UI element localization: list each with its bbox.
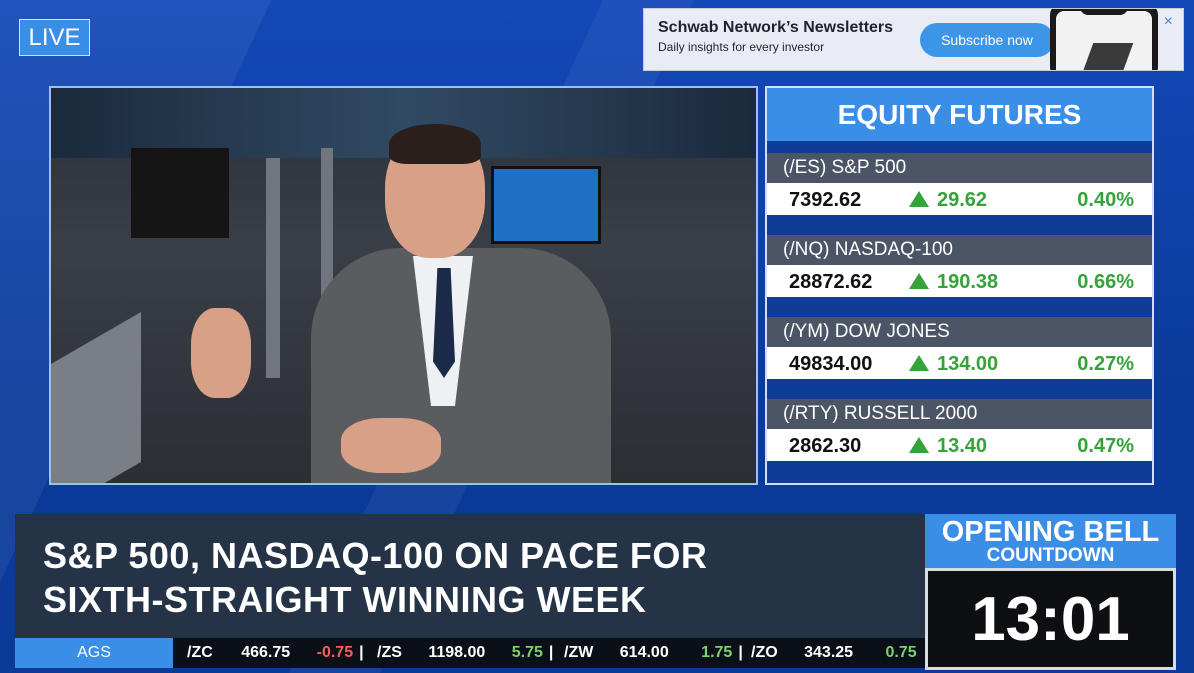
futures-price: 7392.62 (789, 189, 862, 211)
futures-name: (/YM) DOW JONES (767, 317, 1152, 347)
newsletter-banner[interactable]: Schwab Network’s Newsletters Daily insig… (643, 8, 1184, 71)
subscribe-button[interactable]: Subscribe now (920, 23, 1054, 57)
market-ticker: AGS /ZC 466.75 -0.75 | /ZS 1198.00 5.75 | … (15, 638, 925, 668)
futures-name: (/NQ) NASDAQ-100 (767, 235, 1152, 265)
futures-row: (/ES) S&P 500 7392.62 29.62 0.40% (767, 153, 1152, 223)
futures-price: 28872.62 (789, 271, 873, 293)
presenter-hand (191, 308, 251, 398)
ticker-symbol: /ZO (751, 644, 778, 661)
ticker-separator: | (738, 644, 743, 661)
futures-change: 13.40 (909, 435, 987, 458)
ticker-item: /ZC 466.75 -0.75 | (187, 644, 370, 662)
headline-banner: S&P 500, NASDAQ-100 ON PACE FOR SIXTH-ST… (15, 514, 925, 638)
ticker-change: 1.75 (701, 644, 733, 661)
up-arrow-icon (909, 355, 929, 371)
up-arrow-icon (909, 273, 929, 289)
video-player[interactable] (49, 86, 758, 485)
futures-row: (/YM) DOW JONES 49834.00 134.00 0.27% (767, 317, 1152, 387)
futures-percent: 0.47% (1077, 435, 1134, 457)
phone-illustration (1050, 9, 1158, 70)
futures-change: 190.38 (909, 271, 998, 294)
futures-name: (/RTY) RUSSELL 2000 (767, 399, 1152, 429)
video-desk (51, 312, 141, 483)
opening-bell-countdown: OPENING BELL COUNTDOWN 13:01 (925, 514, 1176, 670)
newsletter-subtitle: Daily insights for every investor (658, 40, 825, 54)
ticker-separator: | (359, 644, 364, 661)
ticker-symbol: /ZW (564, 644, 594, 661)
ticker-price: 614.00 (619, 644, 669, 661)
futures-change: 134.00 (909, 353, 998, 376)
countdown-title: OPENING BELL (941, 516, 1160, 548)
futures-values: 28872.62 190.38 0.66% (767, 265, 1152, 297)
equity-futures-panel: EQUITY FUTURES (/ES) S&P 500 7392.62 29.… (765, 86, 1154, 485)
futures-change-value: 134.00 (937, 353, 999, 375)
phone-notch (1080, 9, 1128, 15)
ticker-change: 0.75 (885, 644, 917, 661)
ticker-separator: | (548, 644, 554, 661)
live-badge: LIVE (19, 19, 90, 56)
ticker-change: 5.75 (511, 644, 543, 661)
newsletter-title: Schwab Network’s Newsletters (658, 19, 894, 36)
futures-header: EQUITY FUTURES (767, 88, 1152, 141)
futures-change-value: 29.62 (937, 189, 988, 211)
countdown-header: OPENING BELL COUNTDOWN (925, 514, 1176, 568)
close-icon[interactable]: × (1164, 13, 1173, 31)
presenter-hair (389, 124, 481, 164)
headline-text: S&P 500, NASDAQ-100 ON PACE FOR SIXTH-ST… (43, 534, 707, 622)
headline-line-1: S&P 500, NASDAQ-100 ON PACE FOR (43, 535, 708, 576)
futures-price: 49834.00 (789, 353, 873, 375)
futures-change-value: 13.40 (937, 435, 988, 457)
futures-percent: 0.66% (1077, 271, 1134, 293)
ticker-item: /ZW 614.00 1.75 | (564, 644, 749, 662)
presenter-hand (341, 418, 441, 473)
ticker-price: 1198.00 (428, 644, 486, 661)
ticker-change: -0.75 (316, 644, 354, 661)
countdown-clock: 13:01 (928, 571, 1173, 667)
headline-line-2: SIXTH-STRAIGHT WINNING WEEK (43, 579, 647, 620)
futures-values: 2862.30 13.40 0.47% (767, 429, 1152, 461)
video-presenter (191, 124, 621, 483)
futures-values: 7392.62 29.62 0.40% (767, 183, 1152, 215)
futures-name: (/ES) S&P 500 (767, 153, 1152, 183)
futures-values: 49834.00 134.00 0.27% (767, 347, 1152, 379)
video-pillar (266, 158, 280, 378)
futures-change-value: 190.38 (937, 271, 999, 293)
up-arrow-icon (909, 191, 929, 207)
ticker-symbol: /ZC (187, 644, 213, 661)
futures-row: (/NQ) NASDAQ-100 28872.62 190.38 0.66% (767, 235, 1152, 305)
ticker-category: AGS (15, 638, 173, 668)
up-arrow-icon (909, 437, 929, 453)
futures-row: (/RTY) RUSSELL 2000 2862.30 13.40 0.47% (767, 399, 1152, 469)
futures-change: 29.62 (909, 189, 987, 212)
video-monitor (131, 148, 229, 238)
ticker-price: 343.25 (804, 644, 854, 661)
futures-percent: 0.40% (1077, 189, 1134, 211)
ticker-symbol: /ZS (377, 644, 402, 661)
ticker-item: /ZS 1198.00 5.75 | (377, 644, 559, 662)
futures-percent: 0.27% (1077, 353, 1134, 375)
countdown-subtitle: COUNTDOWN (986, 545, 1115, 566)
ticker-price: 466.75 (241, 644, 291, 661)
futures-price: 2862.30 (789, 435, 862, 457)
ticker-item: /ZO 343.25 0.75 (751, 644, 917, 662)
